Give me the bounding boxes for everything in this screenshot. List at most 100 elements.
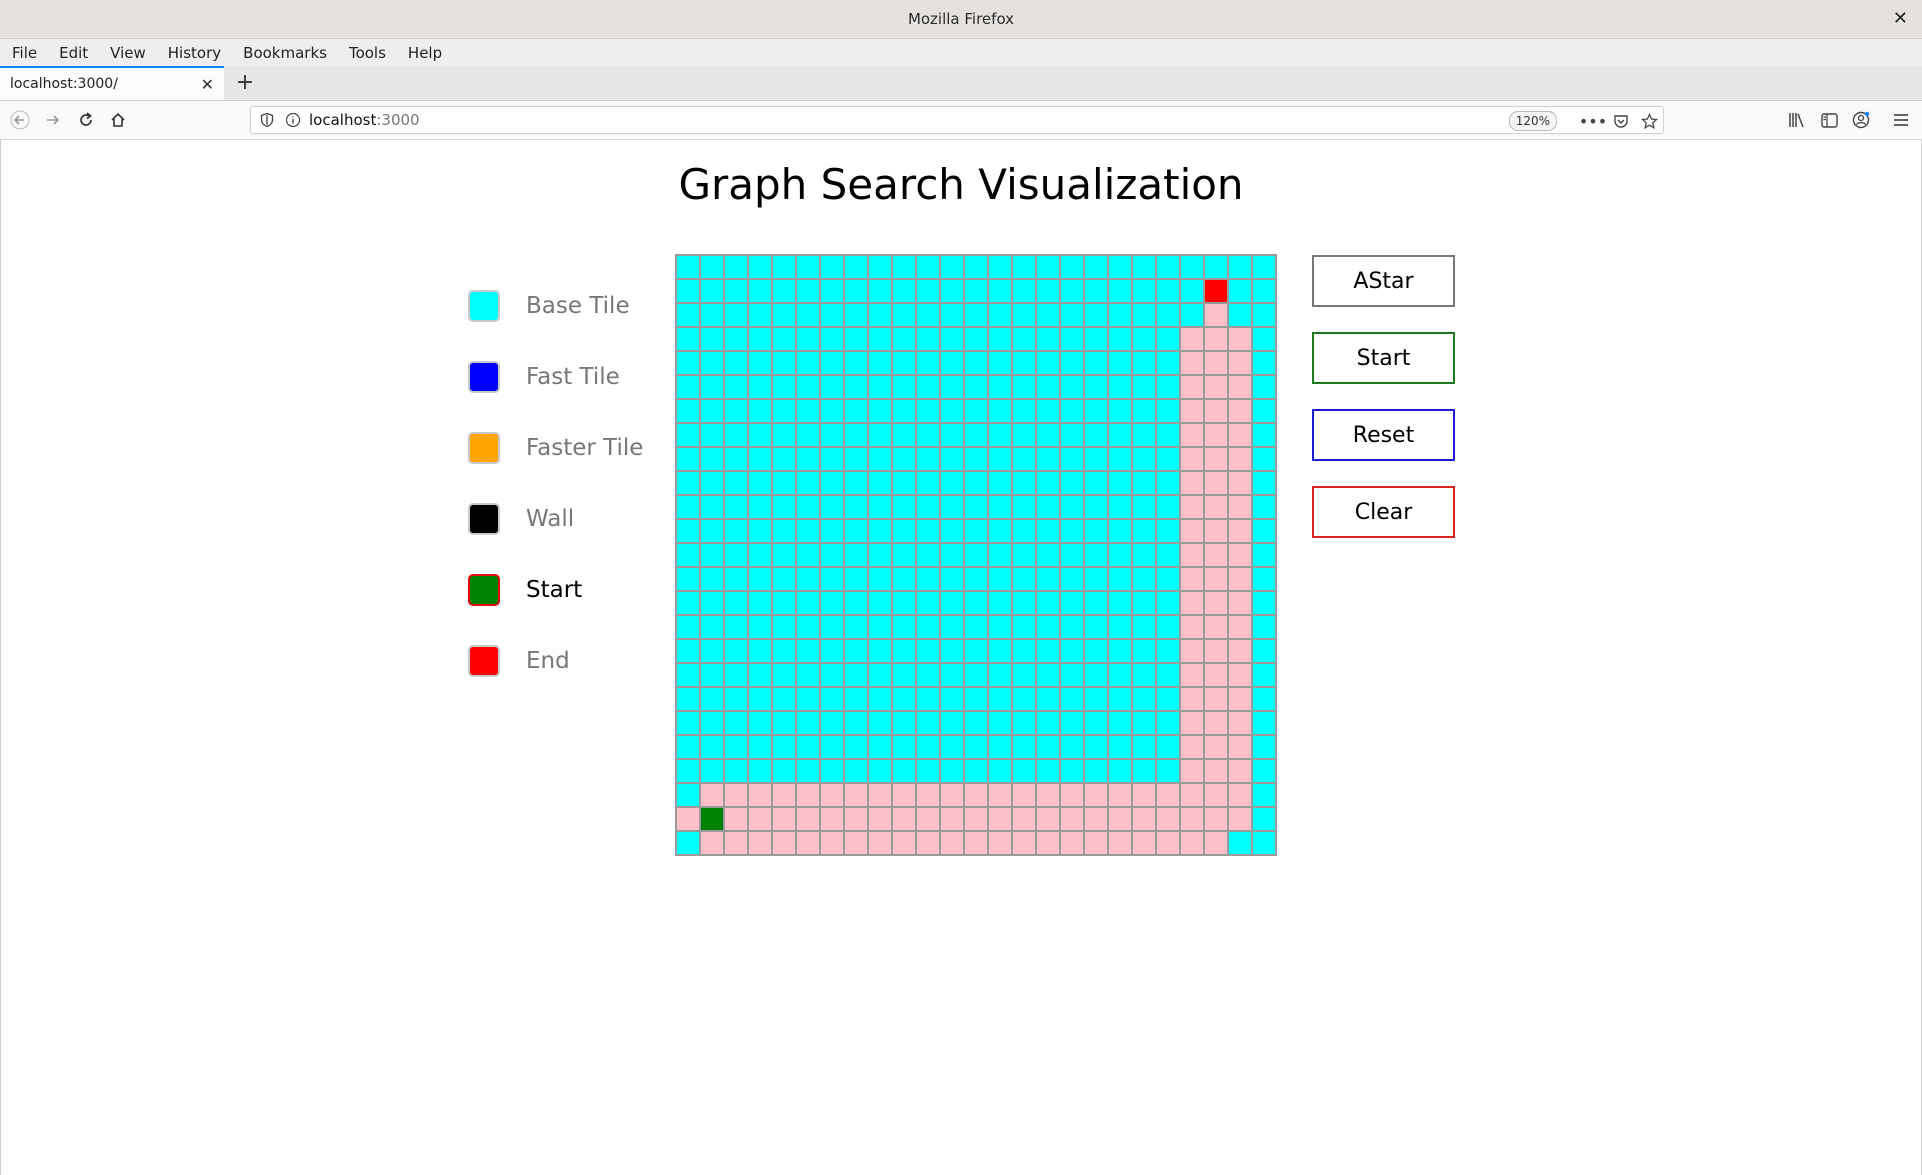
grid-cell[interactable] [916,543,940,567]
grid-cell[interactable] [1132,423,1156,447]
grid-cell[interactable] [1156,495,1180,519]
grid-cell[interactable] [748,639,772,663]
grid-cell[interactable] [1132,255,1156,279]
grid-cell[interactable] [964,303,988,327]
grid-cell[interactable] [1204,255,1228,279]
grid-cell[interactable] [940,759,964,783]
grid-cell[interactable] [964,495,988,519]
grid-cell[interactable] [868,711,892,735]
grid-cell[interactable] [772,471,796,495]
grid-cell[interactable] [916,351,940,375]
grid-cell[interactable] [916,495,940,519]
grid-cell[interactable] [1252,279,1276,303]
grid-cell[interactable] [1084,615,1108,639]
grid-cell[interactable] [940,375,964,399]
grid-cell[interactable] [1108,471,1132,495]
grid-cell[interactable] [676,399,700,423]
grid-cell-path[interactable] [1204,663,1228,687]
grid-cell-path[interactable] [844,831,868,855]
grid-cell-path[interactable] [844,783,868,807]
grid-cell[interactable] [1132,687,1156,711]
grid-cell[interactable] [1252,711,1276,735]
grid-cell[interactable] [892,639,916,663]
home-icon[interactable] [106,108,130,132]
grid-cell[interactable] [748,735,772,759]
grid-cell[interactable] [1252,423,1276,447]
grid-cell[interactable] [868,375,892,399]
grid-cell[interactable] [1012,615,1036,639]
grid-cell-path[interactable] [1180,495,1204,519]
grid-cell[interactable] [748,591,772,615]
grid-cell-path[interactable] [1204,783,1228,807]
grid-cell-path[interactable] [724,807,748,831]
grid-cell[interactable] [796,759,820,783]
grid-cell[interactable] [724,351,748,375]
grid-cell[interactable] [868,303,892,327]
grid-cell[interactable] [988,591,1012,615]
grid-cell[interactable] [940,495,964,519]
grid-cell[interactable] [1084,471,1108,495]
grid-cell-path[interactable] [1108,783,1132,807]
grid-cell[interactable] [1012,255,1036,279]
grid-cell[interactable] [1036,471,1060,495]
grid-cell[interactable] [796,687,820,711]
page-actions-icon[interactable]: ••• [1579,111,1607,131]
grid-cell[interactable] [820,567,844,591]
grid-cell[interactable] [1228,255,1252,279]
grid-cell[interactable] [796,735,820,759]
grid-cell[interactable] [964,471,988,495]
grid-cell-path[interactable] [796,783,820,807]
grid-cell[interactable] [868,423,892,447]
grid-cell[interactable] [1060,399,1084,423]
grid-cell-path[interactable] [1108,831,1132,855]
grid-cell-path[interactable] [1012,807,1036,831]
grid-cell[interactable] [916,303,940,327]
grid-cell[interactable] [844,447,868,471]
grid-cell[interactable] [892,471,916,495]
grid-cell[interactable] [1108,735,1132,759]
grid-cell[interactable] [1252,591,1276,615]
grid-cell[interactable] [892,687,916,711]
grid-cell[interactable] [772,327,796,351]
grid-cell[interactable] [676,279,700,303]
grid-cell[interactable] [1084,303,1108,327]
grid-cell[interactable] [1156,687,1180,711]
grid-cell[interactable] [1084,711,1108,735]
grid-cell[interactable] [1108,591,1132,615]
grid-cell[interactable] [1132,327,1156,351]
grid-cell-path[interactable] [1180,519,1204,543]
grid-cell[interactable] [1252,327,1276,351]
grid-cell-path[interactable] [1228,447,1252,471]
legend-item-base-tile[interactable]: Base Tile [468,270,643,341]
grid-cell[interactable] [1060,543,1084,567]
grid-cell[interactable] [1084,735,1108,759]
grid-cell[interactable] [724,303,748,327]
grid-cell-path[interactable] [940,783,964,807]
grid-cell[interactable] [748,447,772,471]
grid-cell-path[interactable] [1204,351,1228,375]
grid-cell[interactable] [748,255,772,279]
grid-cell-path[interactable] [1132,807,1156,831]
grid-cell[interactable] [1108,399,1132,423]
grid-cell[interactable] [1012,495,1036,519]
grid-cell[interactable] [844,375,868,399]
start-button[interactable]: Start [1312,332,1455,384]
grid-cell[interactable] [796,279,820,303]
grid-cell[interactable] [844,567,868,591]
grid-cell[interactable] [676,735,700,759]
grid-cell[interactable] [892,351,916,375]
grid-cell[interactable] [1132,543,1156,567]
grid-cell[interactable] [676,831,700,855]
grid-cell[interactable] [844,711,868,735]
grid-cell-path[interactable] [916,807,940,831]
grid-cell[interactable] [868,351,892,375]
grid-cell[interactable] [1036,591,1060,615]
grid-cell-path[interactable] [1228,351,1252,375]
grid-cell[interactable] [748,471,772,495]
grid-cell[interactable] [820,375,844,399]
grid-cell[interactable] [796,663,820,687]
grid-cell-path[interactable] [1228,471,1252,495]
grid-cell[interactable] [964,663,988,687]
grid-cell[interactable] [1156,279,1180,303]
grid-cell-path[interactable] [1228,375,1252,399]
